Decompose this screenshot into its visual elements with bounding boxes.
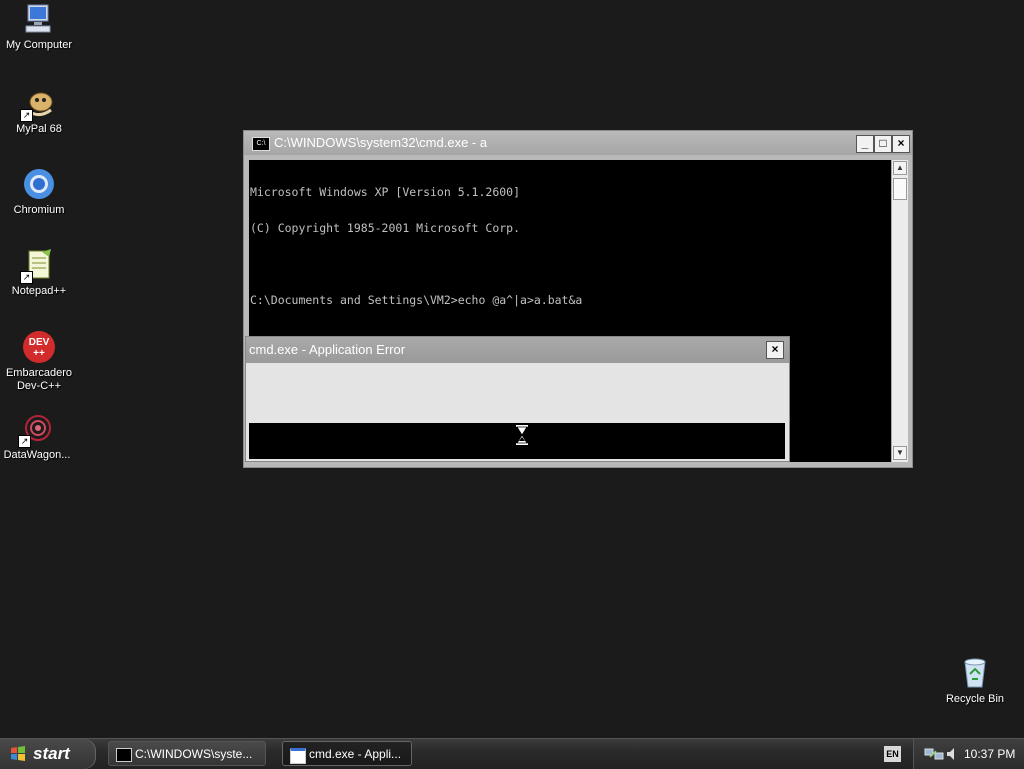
- desktop-icon-recycle-bin[interactable]: Recycle Bin: [936, 656, 1014, 706]
- cmd-app-icon: [116, 748, 132, 762]
- shortcut-arrow-icon: ↗: [20, 271, 33, 284]
- windows-flag-icon: [11, 746, 25, 761]
- taskbar-button-cmd[interactable]: C:\WINDOWS\syste...: [108, 741, 266, 766]
- scroll-down-arrow-icon[interactable]: ▼: [893, 446, 907, 460]
- console-line: Microsoft Windows XP [Version 5.1.2600]: [250, 185, 521, 199]
- recycle-bin-icon: [958, 656, 992, 690]
- desktop-icon-label: MyPal 68: [16, 123, 62, 135]
- desktop-icon-label: Embarcadero Dev-C++: [5, 367, 73, 392]
- taskbar-button-label: cmd.exe - Appli...: [309, 747, 402, 761]
- desktop-icon-label: My Computer: [5, 39, 73, 51]
- minimize-button[interactable]: _: [856, 135, 874, 153]
- desktop-icon-chromium[interactable]: Chromium: [0, 167, 78, 217]
- vertical-scrollbar[interactable]: ▲ ▼: [891, 160, 908, 462]
- start-label: start: [33, 744, 70, 763]
- console-line: (C) Copyright 1985-2001 Microsoft Corp.: [250, 221, 521, 235]
- desktop-icon-label: Recycle Bin: [945, 693, 1005, 705]
- taskbar-button-label: C:\WINDOWS\syste...: [135, 747, 253, 761]
- desktop-icon-label: DataWagon...: [3, 449, 71, 461]
- taskbar: start C:\WINDOWS\syste... cmd.exe - Appl…: [0, 738, 1024, 769]
- system-tray: 10:37 PM: [913, 739, 1024, 769]
- window-app-icon: [290, 748, 306, 764]
- notepadpp-icon: ↗: [20, 248, 56, 284]
- hourglass-cursor-icon: [516, 425, 528, 445]
- desktop-icon-datawagon[interactable]: ↗ DataWagon...: [0, 412, 76, 462]
- taskbar-button-error[interactable]: cmd.exe - Appli...: [282, 741, 412, 766]
- desktop-icon-label: Chromium: [13, 204, 65, 216]
- application-error-dialog[interactable]: cmd.exe - Application Error ×: [245, 336, 790, 462]
- language-indicator[interactable]: EN: [884, 746, 901, 762]
- desktop-icon-my-computer[interactable]: My Computer: [0, 2, 78, 52]
- close-button[interactable]: ×: [766, 341, 784, 359]
- cmd-window-title: C:\WINDOWS\system32\cmd.exe - a: [274, 135, 488, 150]
- clock[interactable]: 10:37 PM: [964, 739, 1015, 769]
- desktop-icon-label: Notepad++: [11, 285, 67, 297]
- error-title-bar[interactable]: cmd.exe - Application Error ×: [246, 337, 789, 363]
- scroll-up-arrow-icon[interactable]: ▲: [893, 161, 907, 175]
- shortcut-arrow-icon: ↗: [20, 109, 33, 122]
- dialog-unpainted-area: [249, 423, 785, 459]
- network-icon[interactable]: [924, 747, 944, 761]
- computer-icon: [22, 2, 56, 36]
- error-dialog-title: cmd.exe - Application Error: [249, 342, 406, 357]
- scroll-thumb[interactable]: [893, 178, 907, 200]
- desktop-icon-mypal[interactable]: ↗ MyPal 68: [0, 86, 78, 136]
- console-line: C:\Documents and Settings\VM2>echo @a^|a…: [250, 293, 583, 307]
- start-button[interactable]: start: [0, 739, 96, 769]
- chromium-icon: [22, 167, 56, 201]
- desktop-icon-notepadpp[interactable]: ↗ Notepad++: [0, 248, 78, 298]
- maximize-button[interactable]: □: [874, 135, 892, 153]
- desktop-icon-devcpp[interactable]: DEV ++ Embarcadero Dev-C++: [0, 330, 78, 393]
- cmd-app-icon: C:\: [252, 137, 270, 151]
- cmd-title-bar[interactable]: C:\ C:\WINDOWS\system32\cmd.exe - a _ □ …: [244, 131, 912, 155]
- devcpp-icon: DEV ++: [22, 330, 56, 364]
- svg-text:++: ++: [33, 348, 45, 359]
- close-button[interactable]: ×: [892, 135, 910, 153]
- shortcut-arrow-icon: ↗: [18, 435, 31, 448]
- svg-text:DEV: DEV: [29, 337, 50, 348]
- speaker-icon[interactable]: [946, 747, 958, 761]
- mypal-browser-icon: ↗: [20, 86, 56, 122]
- datawagon-icon: ↗: [18, 412, 54, 448]
